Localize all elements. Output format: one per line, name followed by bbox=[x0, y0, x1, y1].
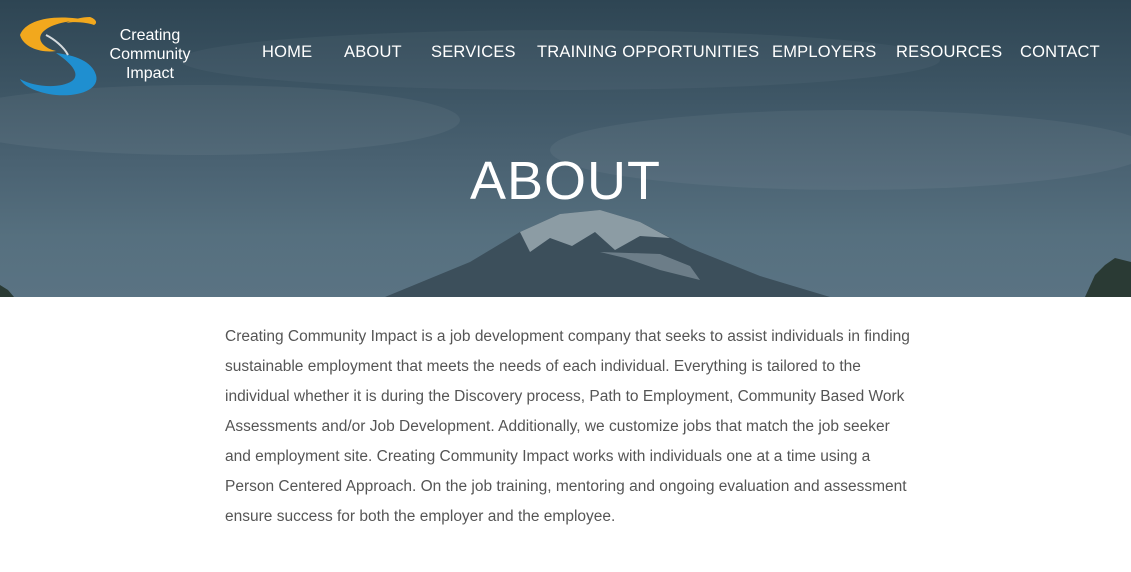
nav-employers[interactable]: EMPLOYERS bbox=[772, 43, 877, 62]
page-title: ABOUT bbox=[469, 151, 662, 211]
nav-resources[interactable]: RESOURCES bbox=[896, 43, 1002, 62]
nav-training-opportunities[interactable]: TRAINING OPPORTUNITIES bbox=[537, 43, 759, 62]
nav-about[interactable]: ABOUT bbox=[344, 43, 402, 62]
nav-services[interactable]: SERVICES bbox=[431, 43, 516, 62]
hero-banner: Creating Community Impact HOME ABOUT SER… bbox=[0, 0, 1131, 297]
nav-home[interactable]: HOME bbox=[262, 43, 312, 62]
about-paragraph: Creating Community Impact is a job devel… bbox=[225, 328, 910, 525]
brand-line-3: Impact bbox=[125, 65, 174, 82]
main-navigation: HOME ABOUT SERVICES TRAINING OPPORTUNITI… bbox=[0, 43, 1131, 63]
nav-contact[interactable]: CONTACT bbox=[1020, 43, 1100, 62]
